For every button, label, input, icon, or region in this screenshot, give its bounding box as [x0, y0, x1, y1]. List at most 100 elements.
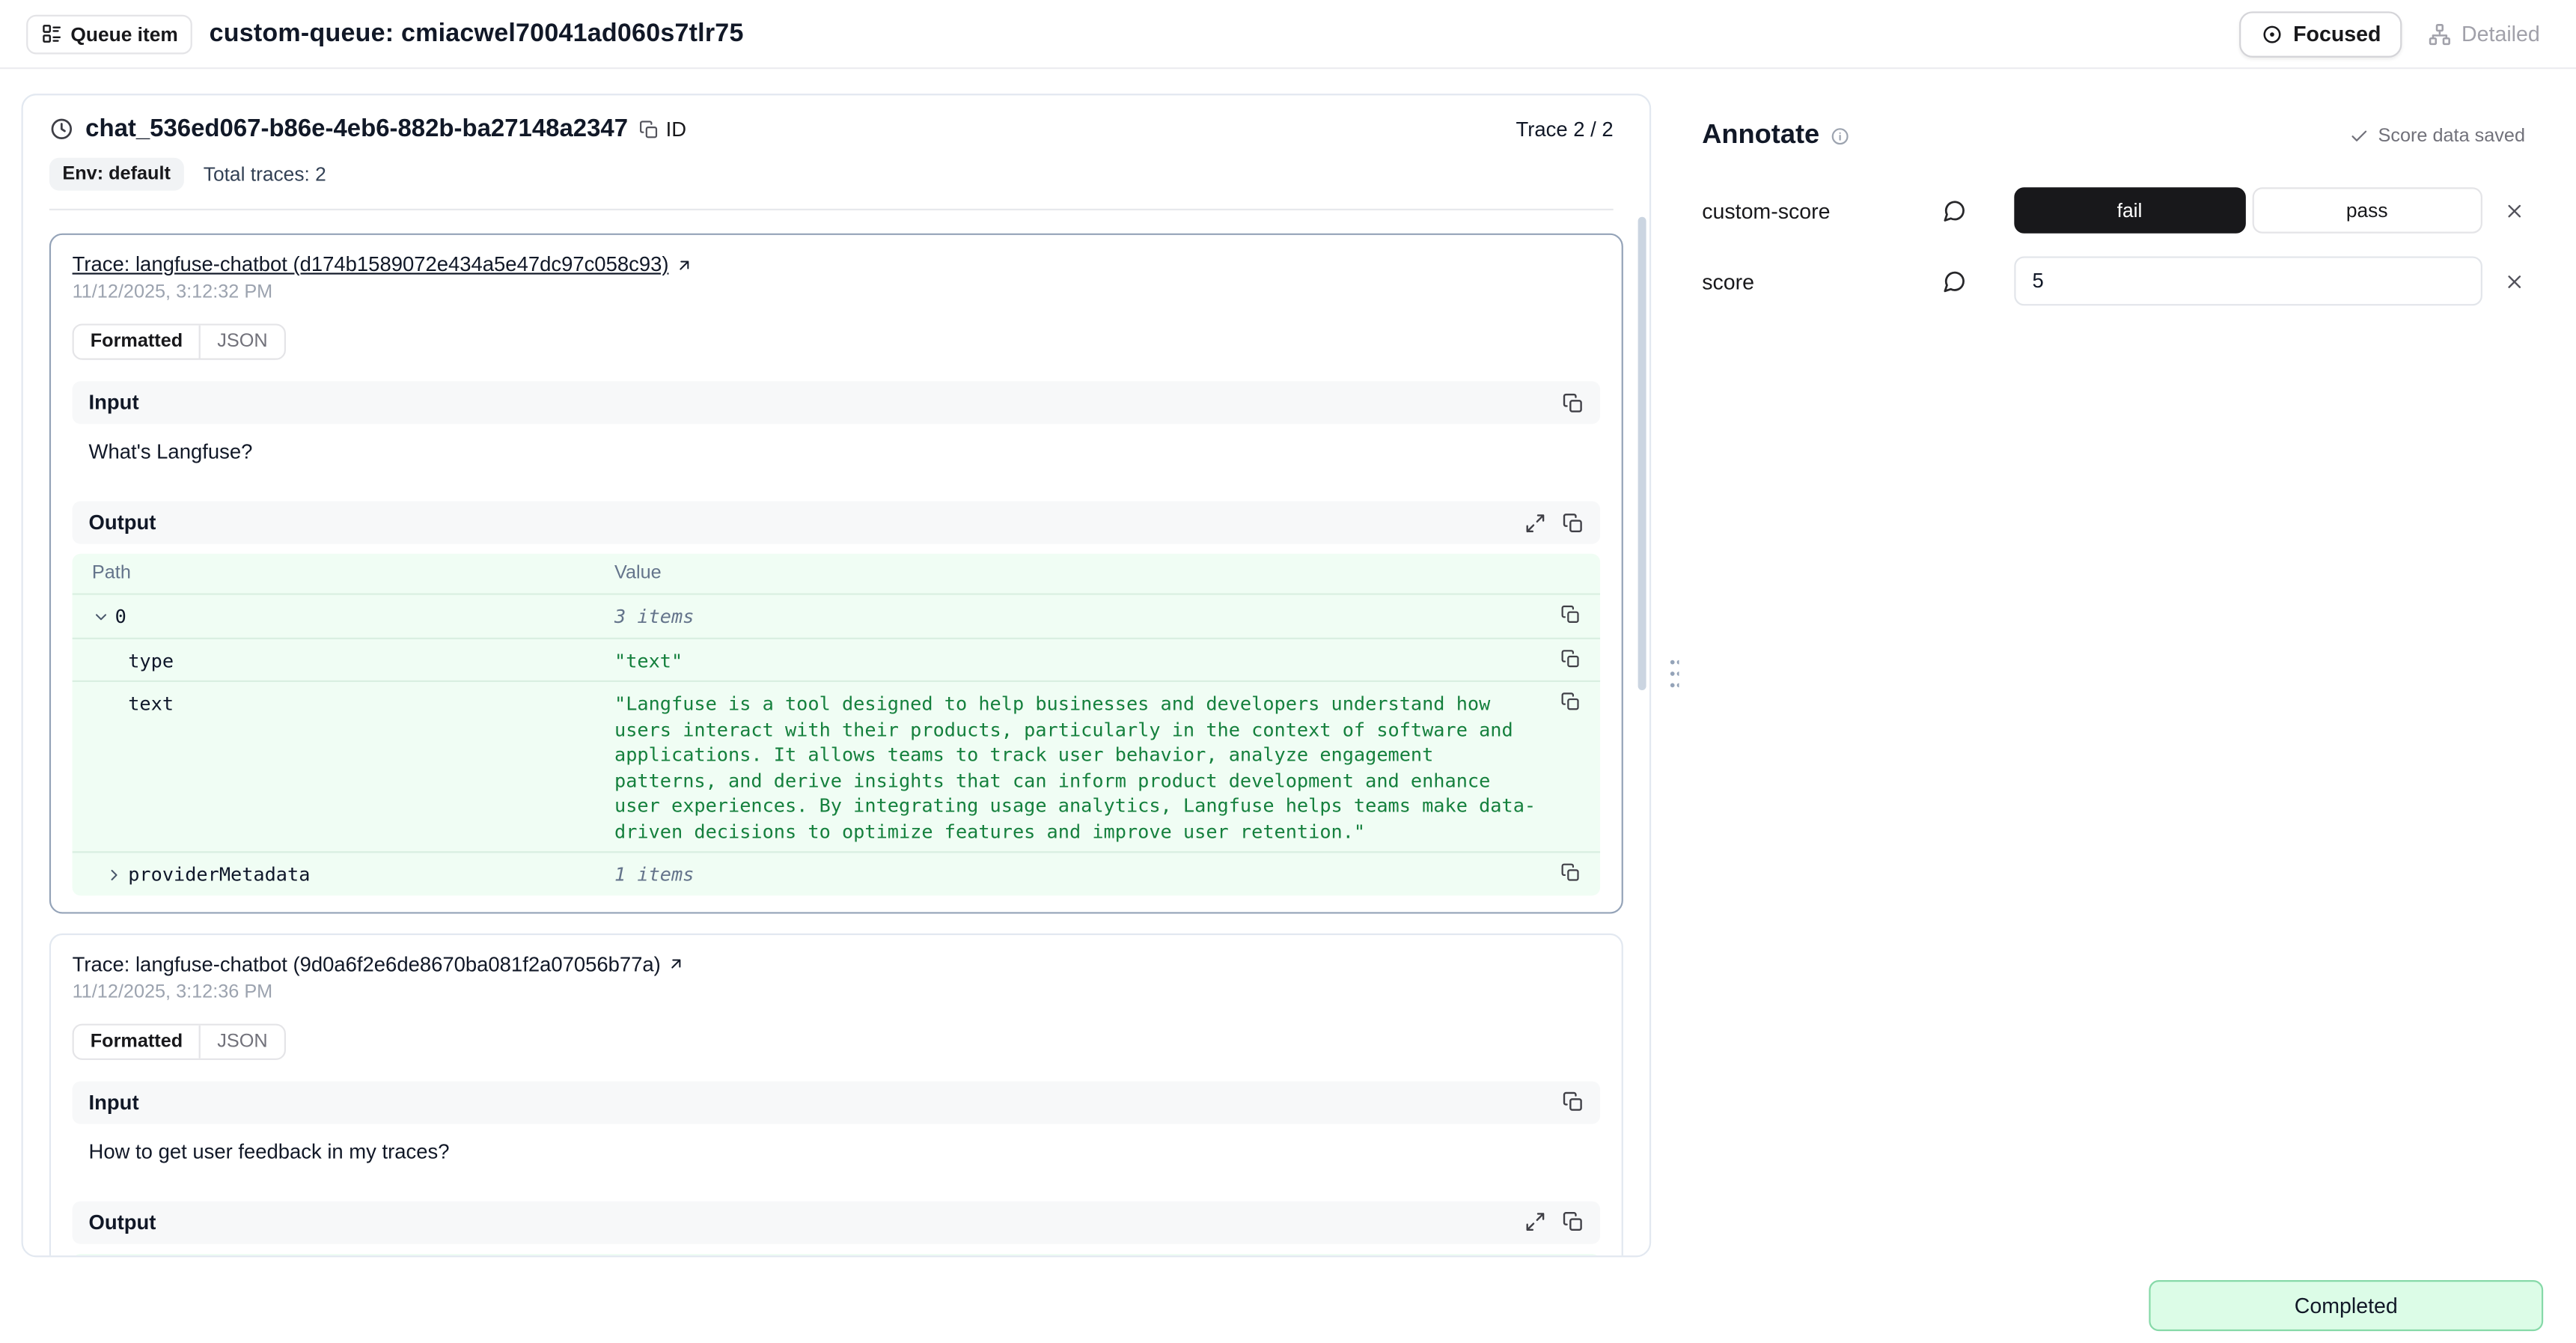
check-icon — [2350, 126, 2369, 145]
copy-id-button[interactable]: ID — [639, 118, 686, 141]
trace-detail-panel: chat_536ed067-b86e-4eb6-882b-ba27148a234… — [22, 94, 1652, 1257]
queue-badge-label: Queue item — [70, 22, 177, 46]
trace-timestamp: 11/12/2025, 3:12:32 PM — [73, 283, 1601, 302]
trace-link-label: Trace: langfuse-chatbot (d174b1589072e43… — [73, 253, 669, 276]
table-row[interactable]: text "Langfuse is a tool designed to hel… — [73, 680, 1601, 851]
copy-row-button[interactable] — [1560, 601, 1580, 624]
focused-label: Focused — [2293, 22, 2381, 46]
format-tabs: Formatted JSON — [73, 1023, 286, 1059]
output-label: Output — [89, 1210, 156, 1234]
focus-target-icon — [2260, 22, 2283, 46]
detailed-view-button[interactable]: Detailed — [2419, 10, 2550, 56]
table-row[interactable]: type "text" — [73, 637, 1601, 680]
chevron-right-icon[interactable] — [105, 865, 123, 883]
row-value: 1 items — [614, 859, 1538, 888]
tab-formatted[interactable]: Formatted — [74, 326, 199, 359]
top-header: Queue item custom-queue: cmiacwel70041ad… — [0, 0, 2576, 69]
trace-card-1: Trace: langfuse-chatbot (d174b1589072e43… — [49, 234, 1623, 913]
clock-icon — [49, 117, 74, 141]
focused-view-button[interactable]: Focused — [2239, 10, 2402, 56]
comment-icon[interactable] — [1942, 269, 2015, 293]
table-header: Path Value — [73, 554, 1601, 594]
copy-row-button[interactable] — [1560, 645, 1580, 669]
score-value-input[interactable] — [2014, 256, 2482, 305]
annotate-title: Annotate — [1702, 120, 1819, 151]
score-row-score: score — [1702, 256, 2525, 305]
app-window: Queue item custom-queue: cmiacwel70041ad… — [0, 0, 2576, 1343]
output-section-header: Output — [73, 1201, 1601, 1243]
input-label: Input — [89, 391, 139, 414]
trace-link-label: Trace: langfuse-chatbot (9d0a6f2e6de8670… — [73, 952, 661, 975]
input-section-header: Input — [73, 1080, 1601, 1123]
output-section-header: Output — [73, 502, 1601, 544]
id-label: ID — [666, 118, 686, 141]
queue-item-badge: Queue item — [26, 14, 193, 54]
tab-formatted[interactable]: Formatted — [74, 1025, 199, 1058]
tab-json[interactable]: JSON — [199, 1025, 284, 1058]
row-key: 0 — [115, 605, 126, 628]
trace-scroll-area[interactable]: Trace: langfuse-chatbot (d174b1589072e43… — [23, 210, 1649, 1255]
value-column-header: Value — [614, 564, 1538, 583]
score-label: score — [1702, 269, 1941, 293]
format-tabs: Formatted JSON — [73, 323, 286, 359]
table-row[interactable]: 0 3 items — [73, 593, 1601, 636]
path-column-header: Path — [92, 564, 614, 583]
scrollbar-thumb[interactable] — [1638, 217, 1646, 690]
row-key: text — [128, 692, 174, 715]
expand-output-button[interactable] — [1524, 1211, 1546, 1233]
completed-button[interactable]: Completed — [2149, 1280, 2543, 1331]
view-toggle: Focused Detailed — [2239, 10, 2550, 56]
row-value: 3 items — [614, 601, 1538, 630]
header-left: Queue item custom-queue: cmiacwel70041ad… — [26, 14, 743, 54]
annotation-panel: Annotate Score data saved custom-score f… — [1679, 94, 2551, 1257]
copy-output-button[interactable] — [1563, 1211, 1584, 1233]
row-key: type — [128, 648, 174, 672]
remove-score-icon[interactable] — [2503, 270, 2525, 292]
copy-input-button[interactable] — [1563, 392, 1584, 414]
trace-link[interactable]: Trace: langfuse-chatbot (9d0a6f2e6de8670… — [73, 952, 686, 975]
comment-icon[interactable] — [1942, 198, 2015, 223]
row-value: "text" — [614, 645, 1538, 674]
score-row-custom-score: custom-score fail pass — [1702, 187, 2525, 233]
env-badge: Env: default — [49, 158, 184, 191]
input-content: What's Langfuse? — [73, 424, 1601, 480]
save-status: Score data saved — [2350, 126, 2525, 145]
trace-card-2: Trace: langfuse-chatbot (9d0a6f2e6de8670… — [49, 933, 1623, 1255]
remove-score-icon[interactable] — [2503, 200, 2525, 222]
external-link-icon — [668, 954, 686, 972]
output-json-table: Path Value 0 3 items typ — [73, 554, 1601, 895]
row-value: "Langfuse is a tool designed to help bus… — [614, 689, 1538, 845]
network-icon — [2429, 22, 2452, 46]
score-option-fail[interactable]: fail — [2014, 187, 2244, 233]
trace-link[interactable]: Trace: langfuse-chatbot (d174b1589072e43… — [73, 253, 694, 276]
score-option-pass[interactable]: pass — [2252, 187, 2482, 233]
row-key: providerMetadata — [128, 862, 310, 886]
trace-counter: Trace 2 / 2 — [1516, 118, 1614, 141]
page-title: custom-queue: cmiacwel70041ad060s7tlr75 — [210, 19, 744, 49]
output-label: Output — [89, 511, 156, 535]
queue-list-icon — [41, 23, 63, 45]
input-label: Input — [89, 1091, 139, 1114]
copy-row-button[interactable] — [1560, 689, 1580, 712]
item-header: chat_536ed067-b86e-4eb6-882b-ba27148a234… — [23, 95, 1649, 210]
detailed-label: Detailed — [2461, 22, 2540, 46]
score-label: custom-score — [1702, 198, 1941, 223]
external-link-icon — [675, 255, 693, 273]
info-icon[interactable] — [1829, 126, 1849, 145]
table-row[interactable]: providerMetadata 1 items — [73, 851, 1601, 895]
input-section-header: Input — [73, 381, 1601, 424]
item-title: chat_536ed067-b86e-4eb6-882b-ba27148a234… — [85, 115, 628, 143]
chevron-down-icon[interactable] — [92, 607, 110, 625]
output-json-table: Path Value 0 3 items — [73, 1253, 1601, 1255]
copy-row-button[interactable] — [1560, 859, 1580, 883]
save-status-label: Score data saved — [2378, 126, 2526, 145]
copy-icon — [639, 119, 659, 138]
trace-timestamp: 11/12/2025, 3:12:36 PM — [73, 982, 1601, 1002]
table-header: Path Value — [73, 1253, 1601, 1255]
total-traces-label: Total traces: 2 — [204, 162, 326, 186]
tab-json[interactable]: JSON — [199, 326, 284, 359]
copy-output-button[interactable] — [1563, 512, 1584, 534]
copy-input-button[interactable] — [1563, 1091, 1584, 1113]
expand-output-button[interactable] — [1524, 512, 1546, 534]
input-content: How to get user feedback in my traces? — [73, 1123, 1601, 1179]
